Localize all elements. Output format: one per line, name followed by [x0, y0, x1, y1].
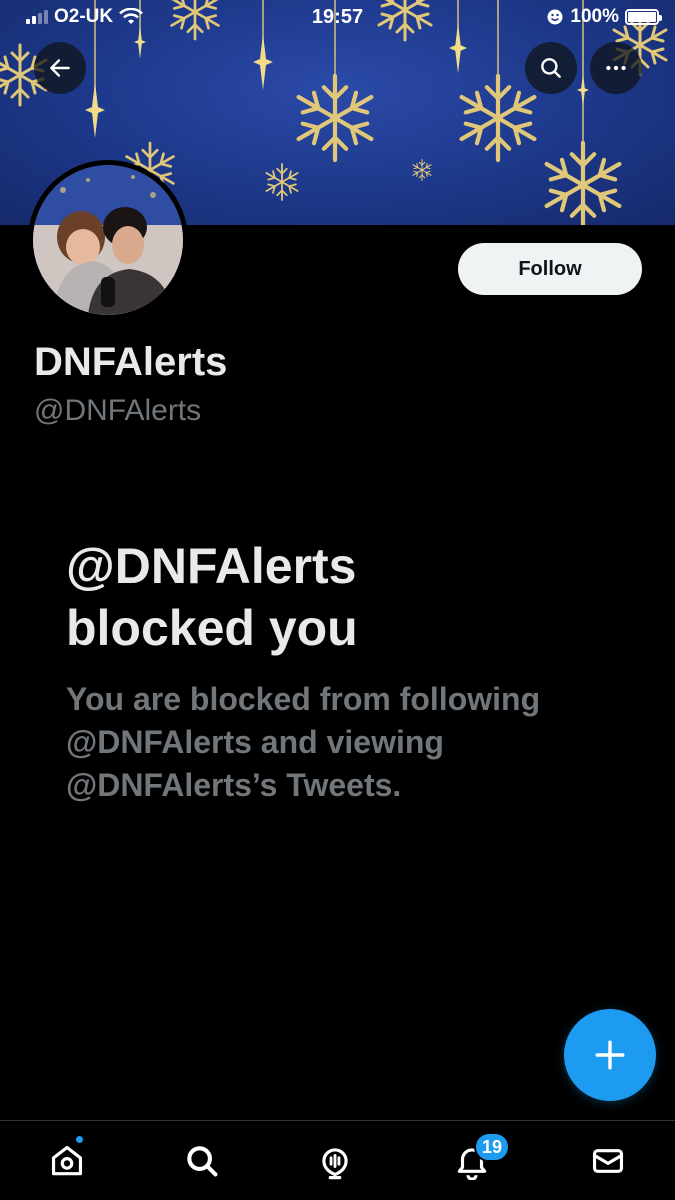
- envelope-icon: [592, 1149, 624, 1173]
- home-unread-dot: [74, 1134, 85, 1145]
- smiley-icon: [547, 9, 563, 25]
- battery-icon: [625, 9, 662, 25]
- follow-button[interactable]: Follow: [458, 243, 642, 295]
- profile-avatar[interactable]: [28, 160, 188, 320]
- back-button[interactable]: [34, 42, 86, 94]
- display-name: DNFAlerts: [34, 340, 228, 384]
- bottom-tab-bar: [0, 1120, 675, 1200]
- search-icon: [541, 58, 561, 78]
- battery-info: 100%: [546, 6, 662, 28]
- tab-spaces[interactable]: [313, 1139, 357, 1183]
- avatar-image: [33, 165, 183, 315]
- plus-icon: [595, 1040, 625, 1070]
- blocked-message-line: You are blocked from following: [66, 681, 541, 717]
- blocked-message-line: @DNFAlerts’s Tweets.: [66, 767, 402, 803]
- tab-search[interactable]: [180, 1139, 224, 1183]
- tab-messages[interactable]: [586, 1139, 630, 1183]
- search-icon: [187, 1146, 218, 1177]
- blocked-title: @DNFAlerts blocked you: [66, 535, 626, 659]
- status-bar: O2-UK 19:57 100%: [0, 0, 675, 34]
- avatar-photo: [33, 165, 183, 315]
- blocked-message-line: @DNFAlerts and viewing: [66, 724, 444, 760]
- home-icon: [51, 1145, 83, 1176]
- more-button[interactable]: [590, 42, 642, 94]
- user-handle: @DNFAlerts: [34, 394, 202, 427]
- blocked-title-line: @DNFAlerts: [66, 538, 357, 594]
- microphone-icon: [322, 1148, 348, 1180]
- more-horizontal-icon: [606, 65, 626, 71]
- arrow-left-icon: [50, 59, 70, 77]
- compose-tweet-button[interactable]: [564, 1009, 656, 1101]
- search-button[interactable]: [525, 42, 577, 94]
- blocked-message: You are blocked from following @DNFAlert…: [66, 678, 626, 807]
- battery-percent: 100%: [570, 6, 619, 27]
- tab-home[interactable]: [45, 1139, 89, 1183]
- notifications-badge: 19: [474, 1132, 511, 1162]
- blocked-title-line: blocked you: [66, 600, 358, 656]
